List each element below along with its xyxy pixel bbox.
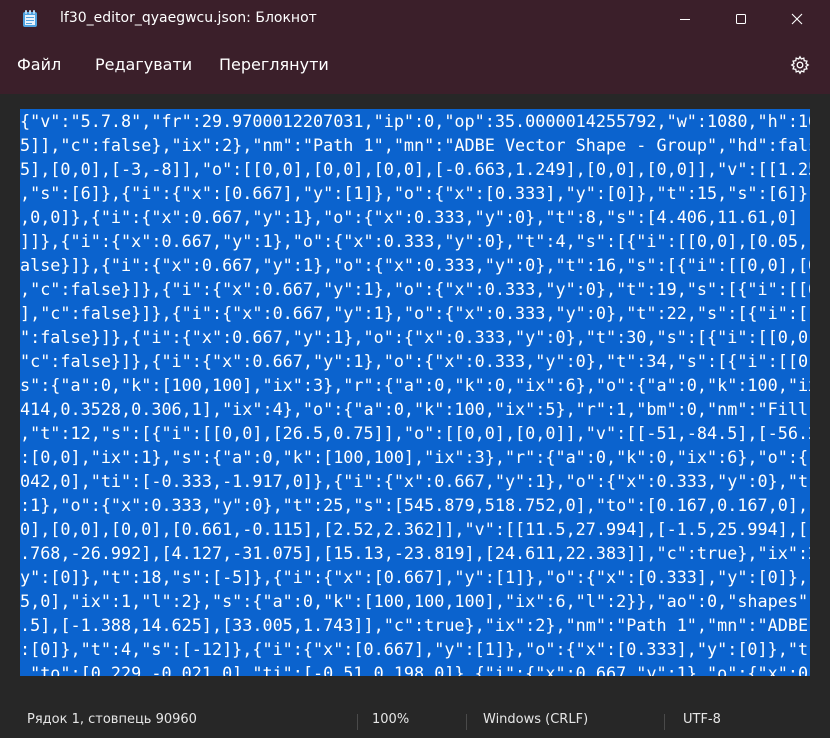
status-divider: [466, 714, 467, 730]
editor-line[interactable]: ,"s":[6]},{"i":{"x":[0.667],"y":[1]},"o"…: [20, 181, 810, 205]
menu-bar: Файл Редагувати Переглянути: [0, 38, 830, 94]
menu-view[interactable]: Переглянути: [219, 55, 329, 74]
status-divider: [357, 714, 358, 730]
notepad-icon: [22, 10, 38, 28]
close-button[interactable]: [774, 0, 820, 38]
text-editor[interactable]: {"v":"5.7.8","fr":29.9700012207031,"ip":…: [20, 109, 810, 676]
editor-line[interactable]: ],"c":false}]},{"i":{"x":0.667,"y":1},"o…: [20, 301, 810, 325]
editor-line[interactable]: 5,0],"ix":1,"l":2},"s":{"a":0,"k":[100,1…: [20, 589, 810, 613]
editor-line[interactable]: 414,0.3528,0.306,1],"ix":4},"o":{"a":0,"…: [20, 397, 810, 421]
editor-line[interactable]: y":[0]},"t":18,"s":[-5]},{"i":{"x":[0.66…: [20, 565, 810, 589]
editor-line[interactable]: 0],[0,0],[0,0],[0.661,-0.115],[2.52,2.36…: [20, 517, 810, 541]
window-title: lf30_editor_qyaegwcu.json: Блокнот: [60, 10, 317, 26]
editor-line[interactable]: ,"c":false}]},{"i":{"x":0.667,"y":1},"o"…: [20, 277, 810, 301]
editor-line[interactable]: ,"to":[0.229,-0.021,0],"ti":[-0.51,0.198…: [20, 661, 810, 676]
editor-line[interactable]: 042,0],"ti":[-0.333,-1.917,0]},{"i":{"x"…: [20, 469, 810, 493]
editor-line[interactable]: alse}]},{"i":{"x":0.667,"y":1},"o":{"x":…: [20, 253, 810, 277]
editor-line[interactable]: 5],[0,0],[-3,-8]],"o":[[0,0],[0,0],[0,0]…: [20, 157, 810, 181]
zoom-level[interactable]: 100%: [372, 712, 409, 727]
maximize-button[interactable]: [718, 0, 764, 38]
editor-line[interactable]: :[0]},"t":4,"s":[-12]},{"i":{"x":[0.667]…: [20, 637, 810, 661]
encoding[interactable]: UTF-8: [683, 712, 721, 727]
editor-line[interactable]: ":false}]},{"i":{"x":0.667,"y":1},"o":{"…: [20, 325, 810, 349]
status-bar: Рядок 1, стовпець 90960 100% Windows (CR…: [0, 703, 830, 738]
editor-line[interactable]: s":{"a":0,"k":[100,100],"ix":3},"r":{"a"…: [20, 373, 810, 397]
editor-line[interactable]: :[0,0],"ix":1},"s":{"a":0,"k":[100,100],…: [20, 445, 810, 469]
title-bar[interactable]: lf30_editor_qyaegwcu.json: Блокнот: [0, 0, 830, 38]
line-endings[interactable]: Windows (CRLF): [483, 712, 588, 727]
status-divider: [664, 714, 665, 730]
editor-line[interactable]: {"v":"5.7.8","fr":29.9700012207031,"ip":…: [20, 109, 810, 133]
editor-line[interactable]: ]]},{"i":{"x":0.667,"y":1},"o":{"x":0.33…: [20, 229, 810, 253]
notepad-window: lf30_editor_qyaegwcu.json: Блокнот Файл …: [0, 0, 830, 738]
editor-line[interactable]: 5]],"c":false},"ix":2},"nm":"Path 1","mn…: [20, 133, 810, 157]
minimize-button[interactable]: [662, 0, 708, 38]
editor-line[interactable]: .5],[-1.388,14.625],[33.005,1.743]],"c":…: [20, 613, 810, 637]
editor-line[interactable]: ,"t":12,"s":[{"i":[[0,0],[26.5,0.75]],"o…: [20, 421, 810, 445]
gear-icon[interactable]: [790, 55, 810, 75]
editor-line[interactable]: .768,-26.992],[4.127,-31.075],[15.13,-23…: [20, 541, 810, 565]
editor-line[interactable]: "c":false}]},{"i":{"x":0.667,"y":1},"o":…: [20, 349, 810, 373]
menu-edit[interactable]: Редагувати: [95, 55, 192, 74]
close-icon: [791, 10, 803, 29]
menu-file[interactable]: Файл: [17, 55, 61, 74]
editor-line[interactable]: :1},"o":{"x":0.333,"y":0},"t":25,"s":[54…: [20, 493, 810, 517]
editor-line[interactable]: ,0,0]},{"i":{"x":0.667,"y":1},"o":{"x":0…: [20, 205, 810, 229]
minimize-icon: [679, 10, 691, 29]
maximize-icon: [735, 10, 747, 29]
cursor-position: Рядок 1, стовпець 90960: [27, 712, 197, 727]
